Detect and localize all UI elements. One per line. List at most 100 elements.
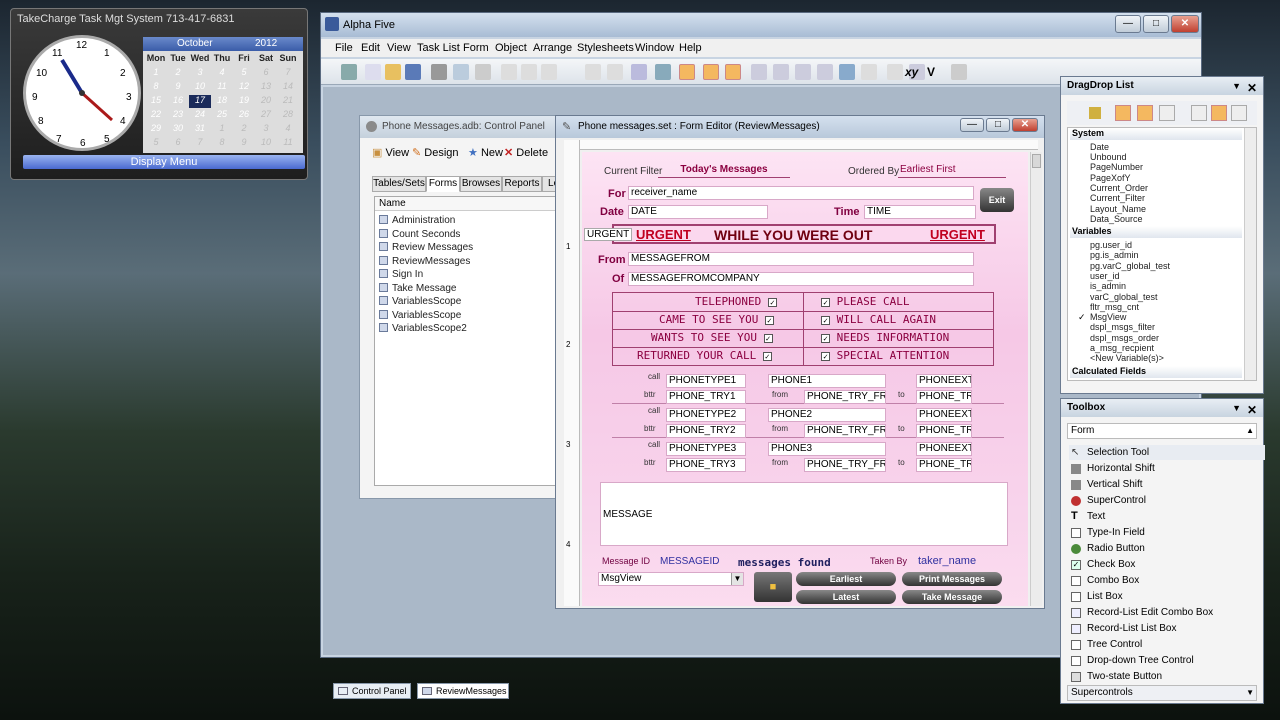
phone-field[interactable]: PHONE2 [768, 408, 886, 422]
calendar-day[interactable]: 8 [145, 81, 167, 94]
calendar-day[interactable]: 30 [167, 123, 189, 136]
earliest-button[interactable]: Earliest [796, 572, 896, 586]
style-icon[interactable] [773, 64, 789, 80]
calendar-day[interactable]: 24 [189, 109, 211, 122]
code-icon[interactable] [951, 64, 967, 80]
chevron-down-icon[interactable]: ▼ [1232, 77, 1241, 95]
supercontrols-section[interactable]: Supercontrols ▼ [1067, 685, 1257, 701]
list-item[interactable]: Administration [379, 215, 455, 226]
calendar-day[interactable]: 5 [233, 67, 255, 80]
tab-forms[interactable]: Forms [426, 176, 460, 192]
wand-icon[interactable] [817, 64, 833, 80]
menu-task-list[interactable]: Task List [417, 42, 460, 54]
fe-minimize-button[interactable]: — [960, 118, 984, 132]
phone-try-to-field[interactable]: PHONE_TRY_ [916, 458, 972, 472]
tree-item[interactable]: Date [1090, 142, 1109, 152]
taken-by-value[interactable]: taker_name [918, 555, 976, 567]
checkbox-wants-to-see[interactable]: WANTS TO SEE YOU ✓ [651, 331, 773, 344]
exit-button[interactable]: Exit [980, 188, 1014, 212]
ruler-icon[interactable] [679, 64, 695, 80]
tree-item[interactable]: pg.is_admin [1090, 250, 1139, 260]
tool-two-state-button[interactable]: Two-state Button [1069, 669, 1265, 684]
menu-object[interactable]: Object [495, 42, 527, 54]
menu-stylesheets[interactable]: Stylesheets [577, 42, 634, 54]
tab-review-messages[interactable]: ReviewMessages [417, 683, 509, 699]
calendar-day[interactable]: 3 [255, 123, 277, 136]
display-menu-button[interactable]: Display Menu [23, 155, 305, 169]
menu-form[interactable]: Form [463, 42, 489, 54]
save-icon[interactable] [405, 64, 421, 80]
calendar-day[interactable]: 19 [233, 95, 255, 108]
tool-record-list-combo[interactable]: Record-List Edit Combo Box [1069, 605, 1265, 620]
calendar-day[interactable]: 6 [167, 137, 189, 150]
form-canvas[interactable]: Current Filter Today's Messages Ordered … [582, 152, 1028, 606]
phonetype-field[interactable]: PHONETYPE1 [666, 374, 746, 388]
tree-item[interactable]: dspl_msgs_order [1090, 333, 1159, 343]
list-item[interactable]: VariablesScope [379, 310, 461, 321]
calendar-day[interactable]: 8 [211, 137, 233, 150]
phonetype-field[interactable]: PHONETYPE2 [666, 408, 746, 422]
tree-item[interactable]: a_msg_recpient [1090, 343, 1154, 353]
calendar-day[interactable]: 20 [255, 95, 277, 108]
time-field[interactable]: TIME [864, 205, 976, 219]
dragdrop-scrollbar[interactable] [1244, 128, 1256, 380]
tool-list-box[interactable]: List Box [1069, 589, 1265, 604]
tree-item[interactable]: user_id [1090, 271, 1120, 281]
variables-button[interactable]: V [927, 65, 935, 79]
list-item[interactable]: VariablesScope [379, 296, 461, 307]
phone-field[interactable]: PHONE1 [768, 374, 886, 388]
checkbox-came-to-see[interactable]: CAME TO SEE YOU ✓ [659, 313, 774, 326]
calendar-day[interactable]: 22 [145, 109, 167, 122]
tool-record-list-list[interactable]: Record-List List Box [1069, 621, 1265, 636]
maximize-button[interactable]: □ [1143, 15, 1169, 33]
tree-item[interactable]: PageNumber [1090, 162, 1143, 172]
checkbox-please-call[interactable]: ✓ PLEASE CALL [821, 295, 909, 308]
list-icon[interactable] [1191, 105, 1207, 121]
calendar-day[interactable]: 14 [277, 81, 299, 94]
folder-icon[interactable]: ■ [754, 572, 792, 602]
checkbox-special-attention[interactable]: ✓ SPECIAL ATTENTION [821, 349, 949, 362]
page-icon[interactable] [475, 64, 491, 80]
calendar-day[interactable]: 16 [167, 95, 189, 108]
calendar-day[interactable]: 21 [277, 95, 299, 108]
menu-view[interactable]: View [387, 42, 411, 54]
section-calculated-fields[interactable]: Calculated Fields [1070, 366, 1242, 378]
cut-icon[interactable] [501, 64, 517, 80]
from-field[interactable]: MESSAGEFROM [628, 252, 974, 266]
latest-button[interactable]: Latest [796, 590, 896, 604]
phoneext-field[interactable]: PHONEEXT2 [916, 408, 972, 422]
calendar-day[interactable]: 7 [277, 67, 299, 80]
print-icon[interactable] [431, 64, 447, 80]
format-icon[interactable] [795, 64, 811, 80]
xy-button[interactable]: xy [905, 65, 918, 79]
minimize-button[interactable]: — [1115, 15, 1141, 33]
tree-item[interactable]: fltr_msg_cnt [1090, 302, 1139, 312]
calendar-day[interactable]: 26 [233, 109, 255, 122]
message-field[interactable]: MESSAGE [600, 482, 1008, 546]
tool-vertical-shift[interactable]: Vertical Shift [1069, 477, 1265, 492]
calendar-day[interactable]: 13 [255, 81, 277, 94]
tree-item[interactable]: Current_Filter [1090, 193, 1145, 203]
tree-item[interactable]: pg.user_id [1090, 240, 1132, 250]
calendar-day[interactable]: 11 [211, 81, 233, 94]
calendar-month[interactable]: October [177, 38, 213, 49]
phone-try-field[interactable]: PHONE_TRY2 [666, 424, 746, 438]
tool-dropdown-tree[interactable]: Drop-down Tree Control [1069, 653, 1265, 668]
calendar-day[interactable]: 9 [167, 81, 189, 94]
fe-maximize-button[interactable]: □ [986, 118, 1010, 132]
phone-try-to-field[interactable]: PHONE_TRY_ [916, 390, 972, 404]
paste-icon[interactable] [541, 64, 557, 80]
sort-icon[interactable] [1231, 105, 1247, 121]
copy-icon[interactable] [521, 64, 537, 80]
bring-front-icon[interactable] [887, 64, 903, 80]
delete-button[interactable]: ✕ Delete [504, 146, 548, 159]
take-message-button[interactable]: Take Message [902, 590, 1002, 604]
tool-horizontal-shift[interactable]: Horizontal Shift [1069, 461, 1265, 476]
list-item[interactable]: Sign In [379, 269, 423, 280]
tree-item[interactable]: Unbound [1090, 152, 1127, 162]
open-icon[interactable] [385, 64, 401, 80]
properties-icon[interactable] [655, 64, 671, 80]
for-field[interactable]: receiver_name [628, 186, 974, 200]
tab-tables-sets[interactable]: Tables/Sets [372, 176, 426, 192]
toolbox-category[interactable]: Form ▲ [1067, 423, 1257, 439]
